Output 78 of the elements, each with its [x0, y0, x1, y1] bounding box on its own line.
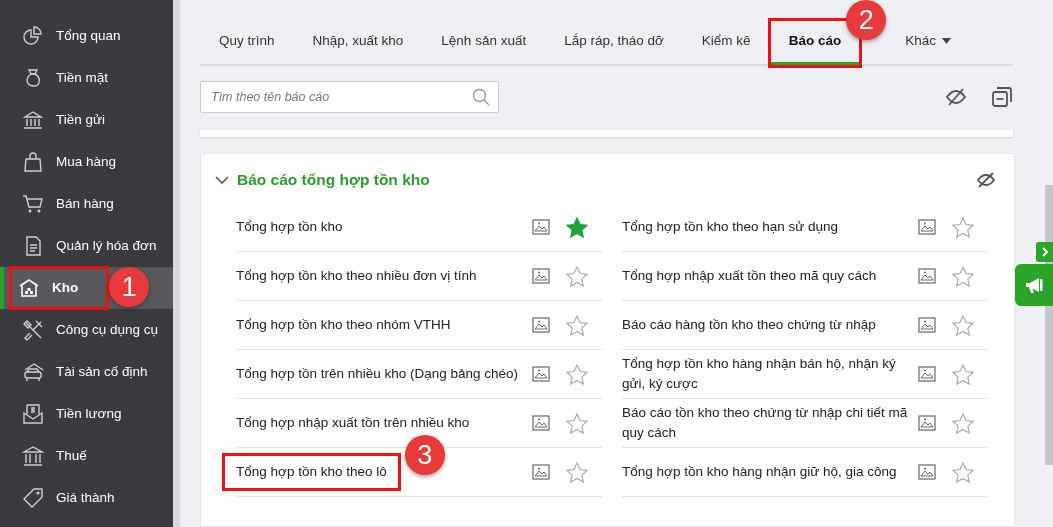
scrollbar[interactable]: [173, 0, 180, 527]
report-link[interactable]: Tổng hợp tồn kho: [236, 213, 343, 242]
report-link[interactable]: Tổng hợp tồn kho theo lô: [222, 453, 401, 492]
tag-icon: [22, 487, 44, 509]
image-icon[interactable]: [918, 219, 936, 236]
collapse-all-icon[interactable]: [991, 86, 1013, 108]
image-icon[interactable]: [532, 415, 550, 432]
image-icon[interactable]: [918, 464, 936, 481]
tab[interactable]: Lắp ráp, tháo dỡ: [545, 20, 683, 66]
tab[interactable]: Nhập, xuất kho: [293, 20, 423, 66]
caret-icon: [941, 38, 951, 44]
star-icon[interactable]: [952, 461, 974, 483]
sidebar-item[interactable]: Bán hàng: [0, 183, 173, 225]
tab[interactable]: Lệnh sản xuất: [422, 20, 546, 66]
image-icon[interactable]: [532, 366, 550, 383]
sidebar-item[interactable]: Tiền gửi: [0, 99, 173, 141]
star-icon[interactable]: [566, 314, 588, 336]
report-link[interactable]: Tổng hợp tồn trên nhiều kho (Dạng bảng chéo): [236, 360, 519, 389]
sidebar-item[interactable]: Tiền lương: [0, 393, 173, 435]
report-link[interactable]: Báo cáo tồn kho theo chứng từ nhập chi tiết mã quy cách: [622, 399, 910, 448]
image-icon[interactable]: [918, 366, 936, 383]
image-icon[interactable]: [918, 268, 936, 285]
star-icon[interactable]: [566, 363, 588, 385]
image-icon[interactable]: [532, 268, 550, 285]
report-link[interactable]: Tổng hợp tồn kho theo nhiều đơn vị tính: [236, 262, 477, 291]
megaphone-icon: [1024, 276, 1044, 294]
image-icon[interactable]: [918, 317, 936, 334]
search-field[interactable]: Tìm theo tên báo cáo: [200, 81, 499, 113]
report-link[interactable]: Báo cáo hàng tồn kho theo chứng từ nhập: [622, 311, 876, 340]
shopping-bag-icon: [22, 151, 44, 173]
tab[interactable]: Quy trình: [200, 20, 294, 66]
report-link[interactable]: Tổng hợp nhập xuất tồn trên nhiều kho: [236, 409, 470, 438]
car-icon: [22, 361, 44, 383]
star-icon[interactable]: [952, 216, 974, 238]
star-icon[interactable]: [952, 412, 974, 434]
bank-icon: [22, 445, 44, 467]
tab[interactable]: Báo cáo: [769, 20, 861, 66]
star-icon[interactable]: [566, 412, 588, 434]
report-link[interactable]: Tổng hợp tồn kho theo hạn sử dụng: [622, 213, 839, 242]
report-link[interactable]: Tổng hợp nhập xuất tồn theo mã quy cách: [622, 262, 877, 291]
sidebar-item[interactable]: Tiền mặt: [0, 57, 173, 99]
tools-icon: [22, 319, 44, 341]
report-link[interactable]: Tổng hợp tồn kho hàng nhận giữ hộ, gia công: [622, 458, 897, 487]
bank-icon: [22, 109, 44, 131]
sidebar-item[interactable]: Giá thành: [0, 477, 173, 519]
sidebar-item[interactable]: Quản lý hóa đơn: [0, 225, 173, 267]
pie-chart-icon: [22, 25, 44, 47]
star-icon[interactable]: [952, 314, 974, 336]
hide-icon[interactable]: [945, 88, 967, 106]
star-icon[interactable]: [952, 265, 974, 287]
sidebar-item[interactable]: Tài sản cố định: [0, 351, 173, 393]
sidebar-item[interactable]: Tổng quan: [0, 15, 173, 57]
image-icon[interactable]: [532, 464, 550, 481]
image-icon[interactable]: [532, 317, 550, 334]
sidebar-item[interactable]: Công cụ dụng cụ: [0, 309, 173, 351]
sidebar-item[interactable]: Thuế: [0, 435, 173, 477]
chevron-right-icon: [1040, 247, 1049, 257]
image-icon[interactable]: [532, 219, 550, 236]
report-link[interactable]: Tổng hợp tồn kho hàng nhận bán hộ, nhận ký gửi, ký cược: [622, 350, 910, 399]
cart-icon: [22, 193, 44, 215]
star-icon[interactable]: [566, 265, 588, 287]
star-icon[interactable]: [566, 216, 588, 238]
sidebar-item[interactable]: Mua hàng: [0, 141, 173, 183]
warehouse-icon: [18, 277, 40, 299]
chevron-down-icon[interactable]: [215, 174, 229, 185]
section-title: Báo cáo tổng hợp tồn kho: [237, 170, 430, 190]
expand-button[interactable]: [1036, 242, 1053, 262]
report-link[interactable]: Tổng hợp tồn kho theo nhóm VTHH: [236, 311, 451, 340]
star-icon[interactable]: [566, 461, 588, 483]
search-icon: [472, 88, 490, 106]
step-badge: 2: [846, 0, 887, 40]
tab[interactable]: Kiểm kê: [682, 20, 770, 66]
hide-icon[interactable]: [976, 171, 996, 188]
announcement-button[interactable]: [1015, 264, 1053, 306]
dropdown-tab[interactable]: Khác: [886, 20, 970, 66]
image-icon[interactable]: [918, 415, 936, 432]
salary-envelope-icon: [22, 403, 44, 425]
star-icon[interactable]: [952, 363, 974, 385]
